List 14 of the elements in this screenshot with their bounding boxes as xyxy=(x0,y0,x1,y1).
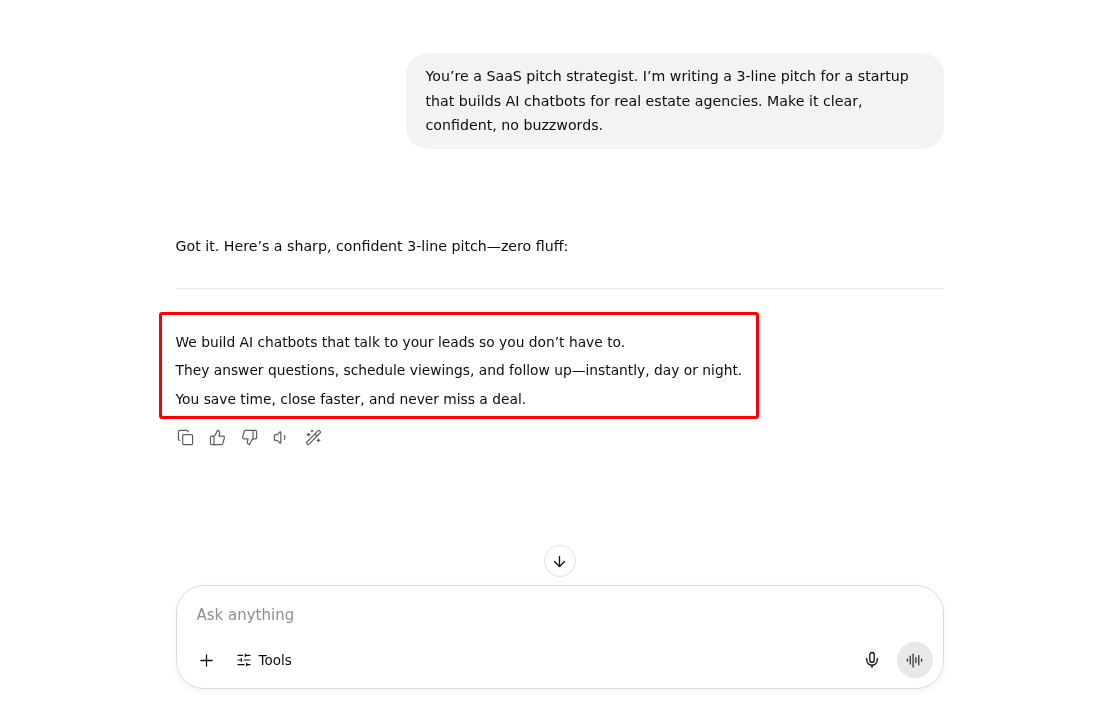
copy-icon[interactable] xyxy=(175,427,196,447)
pitch-line: You save time, close faster, and never miss a deal. xyxy=(175,389,528,409)
sound-wave-icon xyxy=(906,651,923,669)
thumbs-down-icon[interactable] xyxy=(239,427,260,447)
tools-button[interactable]: Tools xyxy=(231,648,296,672)
pitch-line: We build AI chatbots that talk to your leads so you don’t have to. xyxy=(175,332,627,352)
sliders-icon xyxy=(235,652,252,668)
voice-mode-button[interactable] xyxy=(896,642,933,678)
magic-wand-icon[interactable] xyxy=(303,427,324,447)
scroll-down-button[interactable] xyxy=(543,545,576,577)
thumbs-up-icon[interactable] xyxy=(207,427,228,447)
pitch-line: They answer questions, schedule viewings, and follow up—instantly, day or night. xyxy=(175,361,743,380)
assistant-intro: Got it. Here’s a sharp, confident 3-line pitch—zero fluff: xyxy=(175,236,570,256)
user-message: You’re a SaaS pitch strategist. I’m writing a 3-line pitch for a startup that builds AI chatbots for real estate agencies. Make it clear, confident, no buzzwords. xyxy=(405,53,944,149)
